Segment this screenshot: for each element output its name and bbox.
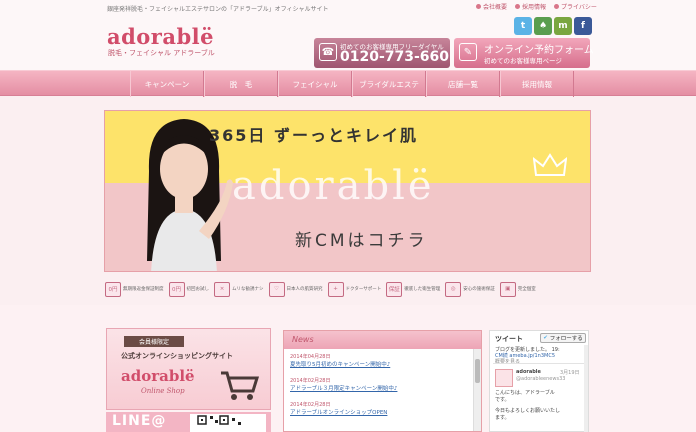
form-icon: ✎ xyxy=(459,43,477,61)
nav-facial[interactable]: フェイシャル xyxy=(278,71,352,97)
guarantee-icon: ◎ xyxy=(445,281,462,297)
social-links: t ♠ m f xyxy=(514,17,592,35)
online-shop-logo: adorablё xyxy=(121,367,195,385)
news-heading: News xyxy=(284,331,481,349)
site-logo[interactable]: adorablё xyxy=(107,24,214,49)
feature-item[interactable]: 保証 徹底した衛生管理 xyxy=(386,280,440,298)
online-shop-banner[interactable]: 会員様限定 公式オンラインショッピングサイト adorablё Online S… xyxy=(106,328,271,410)
hero-cm-link: 新CMはコチラ xyxy=(295,231,428,251)
avatar[interactable] xyxy=(495,369,513,387)
facebook-icon[interactable]: f xyxy=(574,17,592,35)
news-date: 2014年04月28日 xyxy=(290,354,331,360)
mixi-icon[interactable]: m xyxy=(554,17,572,35)
shopping-cart-icon xyxy=(221,371,259,400)
top-link-privacy[interactable]: プライバシー xyxy=(554,2,597,11)
site-tagline: 銀座発祥脱毛・フェイシャルエステサロンの「アドラーブル」オフィシャルサイト xyxy=(107,6,329,13)
feature-item[interactable]: 0円 初回お試し xyxy=(168,280,209,298)
news-scrollbar[interactable] xyxy=(473,349,481,431)
members-only-badge: 会員様限定 xyxy=(124,336,184,347)
tweet-time: 3月19日 xyxy=(560,370,580,376)
twitter-widget: ツイート ✔ フォローする ブログを更新しました。 19: CM続 ameba.j… xyxy=(489,330,589,432)
feature-item[interactable]: ◎ 安心の施術保証 xyxy=(445,280,495,298)
nav-recruit[interactable]: 採用情報 xyxy=(500,71,574,97)
news-title-link[interactable]: 夏先取り5月初めのキャンペーン開始中♪ xyxy=(290,360,472,368)
news-panel: News 2014年04月28日 夏先取り5月初めのキャンペーン開始中♪ 201… xyxy=(283,330,482,432)
no-pressure-icon: × xyxy=(214,281,230,297)
tweets-heading: ツイート xyxy=(495,335,523,343)
tweets-scrollbar[interactable] xyxy=(584,345,588,432)
tweet-handle: @adorableenews33 xyxy=(516,376,566,382)
online-reservation-caption: 初めてのお客様専用ページ xyxy=(484,57,562,65)
free-trial-icon: 0円 xyxy=(168,281,185,297)
twitter-icon[interactable]: t xyxy=(514,17,532,35)
nav-bridal[interactable]: ブライダルエステ xyxy=(352,71,426,97)
line-banner[interactable]: LINE@ xyxy=(106,412,271,432)
top-link-recruit[interactable]: 採用情報 xyxy=(515,2,546,11)
refund-icon: 0円 xyxy=(105,281,121,297)
hero-headline: 365日 ずーっとキレイ肌 xyxy=(209,126,418,145)
tweet-text: こんにちは、アドラーブル xyxy=(495,390,555,396)
hero-brand-logo: adorablё xyxy=(232,163,435,209)
news-date: 2014年02月28日 xyxy=(290,402,331,408)
bird-icon: ✔ xyxy=(543,335,548,341)
bullet-icon xyxy=(515,4,521,9)
news-item: 2014年02月28日 アドラーブルオンラインショップOPEN xyxy=(290,401,472,423)
tweet-text: ます。 xyxy=(495,415,510,421)
top-link-company[interactable]: 会社概要 xyxy=(476,2,507,11)
nav-campaign[interactable]: キャンペーン xyxy=(130,71,204,97)
bullet-icon xyxy=(554,4,560,9)
header: 銀座発祥脱毛・フェイシャルエステサロンの「アドラーブル」オフィシャルサイト 会社… xyxy=(0,0,696,70)
ameba-icon[interactable]: ♠ xyxy=(534,17,552,35)
private-room-icon: ▣ xyxy=(499,281,516,297)
phone-cta-button[interactable]: ☎ 初めてのお客様専用フリーダイヤル 0120-773-660 xyxy=(314,38,450,68)
site-logo-subtitle: 脱毛・フェイシャル アドラーブル xyxy=(108,49,215,57)
follow-button[interactable]: ✔ フォローする xyxy=(540,333,586,343)
hygiene-icon: 保証 xyxy=(386,281,403,297)
online-shop-subtitle: Online Shop xyxy=(141,387,185,395)
news-list: 2014年04月28日 夏先取り5月初めのキャンペーン開始中♪ 2014年02月… xyxy=(290,351,472,423)
news-title-link[interactable]: アドラーブル３月限定キャンペーン開始中♪ xyxy=(290,384,472,392)
hero-banner[interactable]: 365日 ずーっとキレイ肌 adorablё 新CMはコチラ xyxy=(104,110,591,272)
online-reservation-title: オンライン予約フォーム xyxy=(484,45,594,56)
line-label: LINE@ xyxy=(112,413,167,429)
feature-item[interactable]: ♡ 日本人の肌質研究 xyxy=(268,280,323,298)
main-nav: キャンペーン 脱 毛 フェイシャル ブライダルエステ 店舗一覧 採用情報 xyxy=(0,70,696,97)
phone-icon: ☎ xyxy=(319,43,337,61)
bullet-icon xyxy=(476,4,481,9)
phone-number: 0120-773-660 xyxy=(340,49,450,65)
online-reservation-button[interactable]: ✎ オンライン予約フォーム 初めてのお客様専用ページ xyxy=(454,38,594,68)
feature-item[interactable]: × ムリな勧誘ナシ xyxy=(214,280,264,298)
doctor-support-icon: + xyxy=(327,281,344,297)
feature-icons-row: 0円 無期限返金保証制度 0円 初回お試し × ムリな勧誘ナシ ♡ 日本人の肌質研究 +… xyxy=(105,280,592,298)
nav-stores[interactable]: 店舗一覧 xyxy=(426,71,500,97)
feature-item[interactable]: ▣ 完全個室 xyxy=(499,280,536,298)
feature-item[interactable]: 0円 無期限返金保証制度 xyxy=(105,280,164,298)
tweet-user[interactable]: adorable xyxy=(516,369,541,375)
tweet-text: です。 xyxy=(495,397,510,403)
news-item: 2014年04月28日 夏先取り5月初めのキャンペーン開始中♪ xyxy=(290,353,472,375)
nav-hair-removal[interactable]: 脱 毛 xyxy=(204,71,278,97)
tweet-text: 今日もよろしくお願いいたし xyxy=(495,408,561,414)
news-title-link[interactable]: アドラーブルオンラインショップOPEN xyxy=(290,408,472,416)
crown-icon xyxy=(533,153,567,176)
top-links: 会社概要 採用情報 プライバシー xyxy=(476,2,597,11)
qr-code-icon xyxy=(190,414,266,432)
online-shop-title: 公式オンラインショッピングサイト xyxy=(121,352,233,360)
news-item: 2014年02月28日 アドラーブル３月限定キャンペーン開始中♪ xyxy=(290,377,472,399)
news-date: 2014年02月28日 xyxy=(290,378,331,384)
feature-item[interactable]: + ドクターサポート xyxy=(327,280,381,298)
skin-research-icon: ♡ xyxy=(268,281,285,297)
